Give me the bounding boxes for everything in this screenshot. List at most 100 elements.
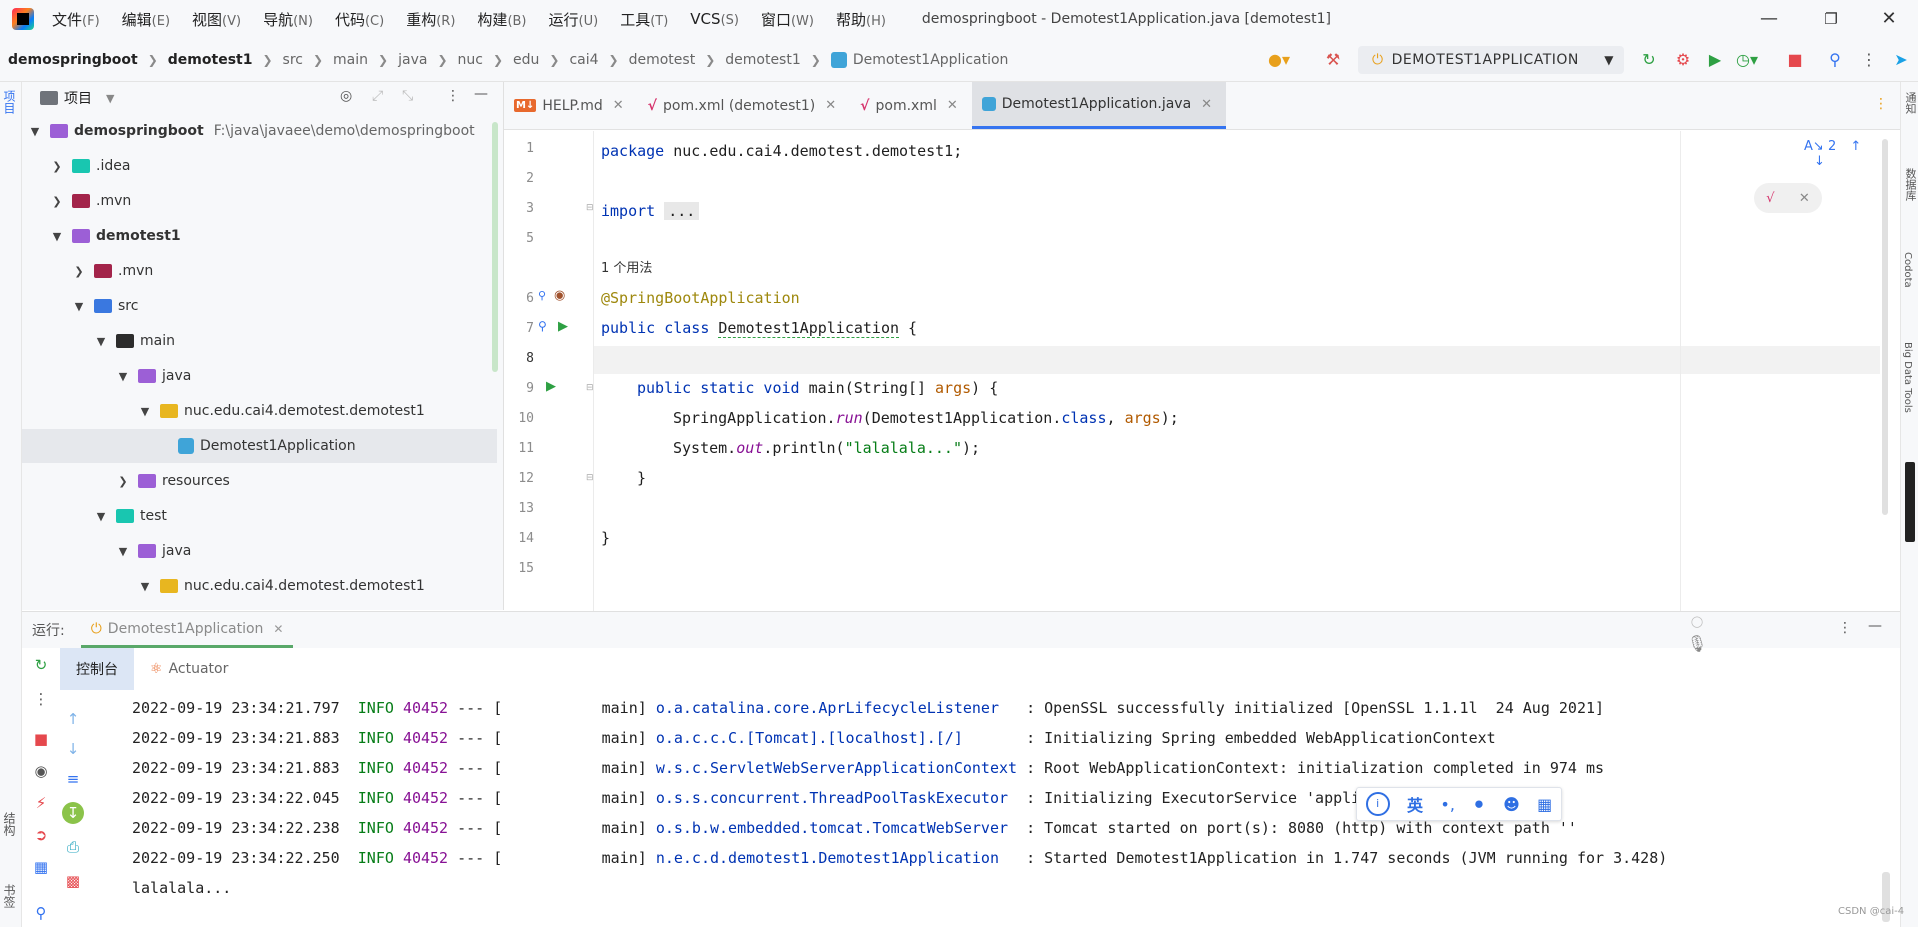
menu-navigate[interactable]: 导航(N) <box>263 9 313 30</box>
tree-item-demotest1application[interactable]: Demotest1Application <box>22 429 497 463</box>
tab-pom[interactable]: √ pom.xml ✕ <box>850 82 972 129</box>
arrow-up-icon[interactable]: ↑ <box>62 708 84 730</box>
tree-item-package[interactable]: ▼ nuc.edu.cai4.demotest.demotest1 <box>22 394 497 428</box>
code-editor[interactable]: package nuc.edu.cai4.demotest.demotest1;… <box>594 131 1888 611</box>
tab-demotest1application[interactable]: Demotest1Application.java ✕ <box>971 82 1227 129</box>
microphone-icon[interactable]: ⚫ <box>1472 795 1485 814</box>
rerun-icon[interactable]: ↻ <box>30 654 52 676</box>
tool-bookmarks[interactable]: 书签 <box>2 884 18 908</box>
arrow-down-icon[interactable]: ↓ <box>62 738 84 760</box>
tab-console[interactable]: 控制台 <box>60 648 134 690</box>
tool-structure[interactable]: 结构 <box>2 812 18 836</box>
menu-build[interactable]: 构建(B) <box>477 9 526 30</box>
scroll-end-icon[interactable]: ↧ <box>62 802 84 824</box>
console-output[interactable]: 2022-09-19 23:34:21.797 INFO 40452 --- [… <box>132 696 1892 928</box>
tree-item-mvn[interactable]: ❯ .mvn <box>22 184 497 218</box>
tree-item-src[interactable]: ▼ src <box>22 289 497 323</box>
options-icon[interactable]: ⋮ <box>446 88 460 104</box>
breadcrumb-demotest[interactable]: demotest ❯ <box>629 52 726 68</box>
vcs-users-icon[interactable]: ●▾ <box>1268 49 1290 71</box>
microphone-icon[interactable]: 🎙 <box>1686 634 1708 653</box>
usage-hint[interactable]: 1 个用法 <box>601 259 652 279</box>
layout-icon[interactable]: ▦ <box>30 856 52 878</box>
breadcrumb-src[interactable]: src ❯ <box>283 52 334 68</box>
exit-icon[interactable]: ➲ <box>30 824 52 846</box>
menu-run[interactable]: 运行(U) <box>549 9 599 30</box>
breadcrumb-nuc[interactable]: nuc ❯ <box>458 52 514 68</box>
folded-imports[interactable]: ... <box>664 202 700 220</box>
restore-icon[interactable]: ❐ <box>1818 6 1844 32</box>
collapse-all-icon[interactable]: ⤡ <box>402 88 413 104</box>
more-icon[interactable]: ⋮ <box>30 688 52 710</box>
tree-item-test-java[interactable]: ▼ java <box>22 534 497 568</box>
project-panel-title[interactable]: 项目 <box>64 88 92 108</box>
tree-item-test[interactable]: ▼ test <box>22 499 497 533</box>
spring-bean-icon[interactable]: ◉ <box>554 288 565 303</box>
tree-item-main[interactable]: ▼ main <box>22 324 497 358</box>
tool-project[interactable]: 项目 <box>2 90 18 114</box>
close-tab-icon[interactable]: ✕ <box>947 98 958 113</box>
tool-notifications[interactable]: 通知 <box>1902 92 1918 114</box>
maven-reload-icon[interactable]: √ <box>1766 191 1774 206</box>
breadcrumb-project[interactable]: demospringboot ❯ <box>8 52 168 68</box>
run-config-tab[interactable]: ⏻ Demotest1Application ✕ <box>80 612 294 648</box>
breadcrumb-java[interactable]: java ❯ <box>398 52 457 68</box>
tree-item-demospringboot[interactable]: ▼ demospringboot F:\java\javaee\demo\demos… <box>22 114 497 148</box>
camera-icon[interactable]: ◉ <box>30 760 52 782</box>
debug-icon[interactable]: ⚙ <box>1672 49 1694 71</box>
inspection-widget[interactable]: A↘ 2 ↑ ↓ <box>1804 139 1880 169</box>
ifly-logo-icon[interactable]: i <box>1365 792 1390 816</box>
gutter-spring-icon[interactable]: ⚲ <box>538 319 547 333</box>
scrollbar[interactable] <box>1882 139 1888 515</box>
more-tabs-icon[interactable]: ⋮ <box>1874 96 1888 112</box>
close-icon[interactable]: ✕ <box>1799 191 1810 206</box>
close-tab-icon[interactable]: ✕ <box>613 98 624 113</box>
menu-refactor[interactable]: 重构(R) <box>406 9 455 30</box>
fold-icon[interactable]: ⊟ <box>586 473 594 483</box>
stop-icon[interactable]: ■ <box>1784 49 1806 71</box>
breadcrumb-class[interactable]: Demotest1Application <box>830 51 1008 68</box>
menu-code[interactable]: 代码(C) <box>335 9 384 30</box>
pin-icon[interactable]: ⚲ <box>30 902 52 924</box>
fold-icon[interactable]: ⊟ <box>586 383 594 393</box>
apps-icon[interactable]: ▦ <box>1537 795 1552 814</box>
menu-view[interactable]: 视图(V) <box>192 9 241 30</box>
tab-help-md[interactable]: M↓ HELP.md ✕ <box>504 82 638 129</box>
tree-item-test-package[interactable]: ▼ nuc.edu.cai4.demotest.demotest1 <box>22 569 497 603</box>
options-icon[interactable]: ⋮ <box>1838 620 1852 636</box>
profile-icon[interactable]: ◷▾ <box>1736 49 1758 71</box>
tool-codota[interactable]: Codota <box>1902 252 1913 288</box>
breadcrumb-main[interactable]: main ❯ <box>333 52 398 68</box>
hide-panel-icon[interactable]: — <box>474 86 488 102</box>
run-class-icon[interactable]: ▶ <box>558 319 568 334</box>
chevron-down-icon[interactable]: ▼ <box>106 92 114 105</box>
menu-file[interactable]: 文件(F) <box>52 9 100 30</box>
plug-icon[interactable]: ⚡ <box>30 792 52 814</box>
more-icon[interactable]: ⋮ <box>1858 49 1880 71</box>
close-icon[interactable]: ✕ <box>1876 6 1902 32</box>
scrollbar[interactable] <box>492 122 498 372</box>
close-tab-icon[interactable]: ✕ <box>273 622 283 636</box>
search-icon[interactable]: ⚲ <box>1824 49 1846 71</box>
menu-edit[interactable]: 编辑(E) <box>122 9 170 30</box>
soft-wrap-icon[interactable]: ≡ <box>62 768 84 790</box>
tool-big-data-tools[interactable]: Big Data Tools <box>1902 342 1913 413</box>
maven-reload-popup[interactable]: √ ✕ <box>1754 183 1822 213</box>
tool-database[interactable]: 数据库 <box>1902 168 1918 201</box>
close-tab-icon[interactable]: ✕ <box>825 98 836 113</box>
minimize-icon[interactable]: — <box>1756 6 1782 32</box>
run-config-selector[interactable]: ⏻ DEMOTEST1APPLICATION ▼ <box>1358 46 1624 74</box>
tree-item-demotest1[interactable]: ▼ demotest1 <box>22 219 497 253</box>
close-tab-icon[interactable]: ✕ <box>1201 97 1212 112</box>
breadcrumb-edu[interactable]: edu ❯ <box>513 52 569 68</box>
run-main-icon[interactable]: ▶ <box>546 379 556 394</box>
print-icon[interactable]: ⎙ <box>62 836 84 858</box>
menu-window[interactable]: 窗口(W) <box>761 9 814 30</box>
plugin-icon[interactable]: ➤ <box>1890 49 1912 71</box>
hide-panel-icon[interactable]: — <box>1868 618 1882 634</box>
tree-item-idea[interactable]: ❯ .idea <box>22 149 497 183</box>
breadcrumb-module[interactable]: demotest1 ❯ <box>168 52 283 68</box>
breadcrumb-demotest1[interactable]: demotest1 ❯ <box>725 52 831 68</box>
coverage-icon[interactable]: ▶ <box>1704 49 1726 71</box>
punctuation-icon[interactable]: •, <box>1440 795 1455 814</box>
